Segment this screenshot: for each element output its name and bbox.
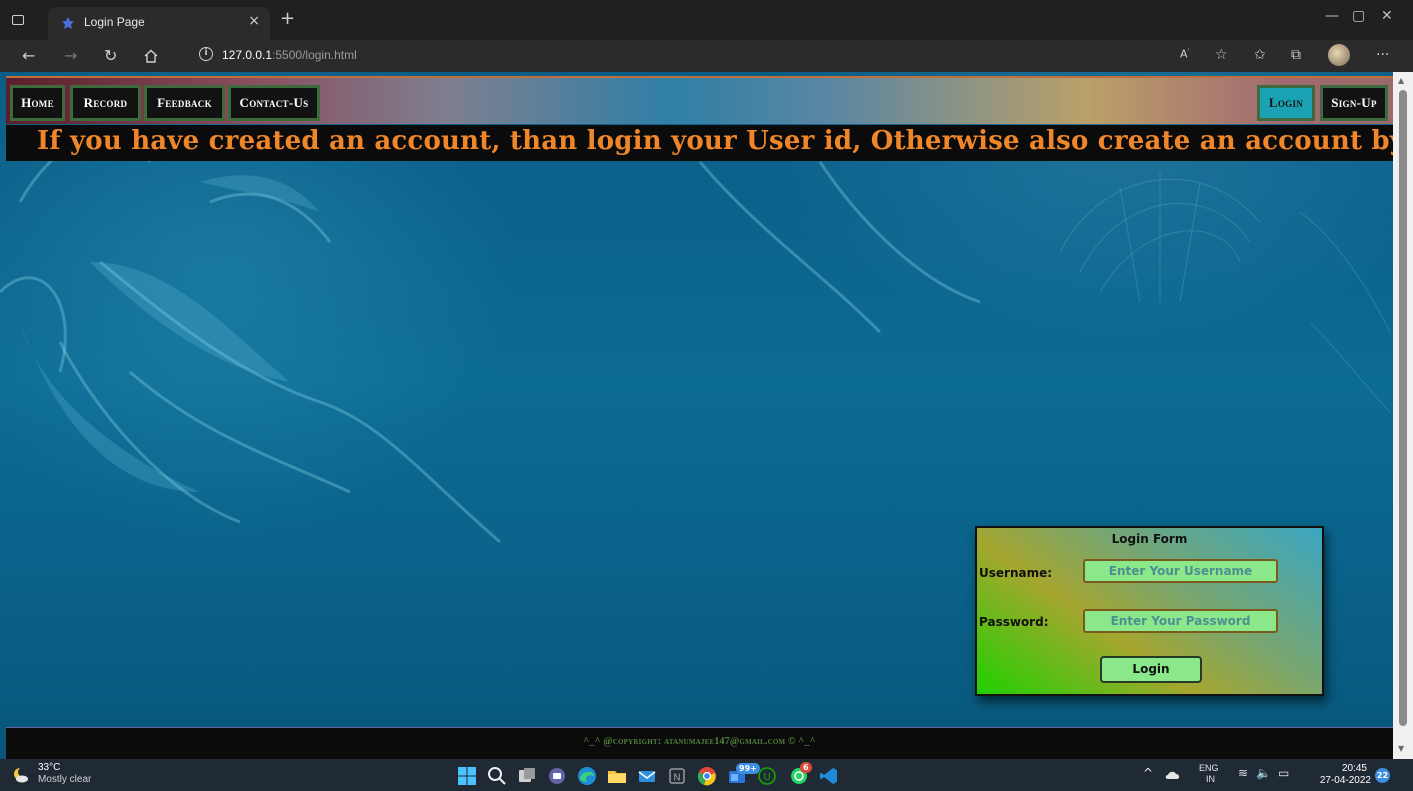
clock-time: 20:45 bbox=[1341, 763, 1367, 774]
favorites-icon[interactable]: ✩ bbox=[1254, 47, 1266, 63]
tab-close-icon[interactable]: × bbox=[248, 13, 260, 29]
battery-icon[interactable]: ▭ bbox=[1278, 766, 1289, 780]
volume-icon[interactable]: 🔈 bbox=[1256, 766, 1271, 780]
new-tab-button[interactable]: + bbox=[280, 8, 295, 29]
mail-icon[interactable] bbox=[636, 765, 658, 787]
scroll-up-icon[interactable]: ▲ bbox=[1398, 76, 1404, 85]
username-input[interactable] bbox=[1083, 559, 1278, 583]
site-navbar: Home Record Feedback Contact-Us Login Si… bbox=[6, 76, 1393, 124]
upwork-icon[interactable]: U bbox=[756, 765, 778, 787]
edge-browser-icon[interactable] bbox=[576, 765, 598, 787]
favorite-add-icon[interactable]: ☆ bbox=[1215, 47, 1228, 63]
whatsapp-badge: 6 bbox=[800, 762, 812, 773]
nav-feedback-button[interactable]: Feedback bbox=[144, 85, 225, 121]
tray-overflow-icon[interactable]: ^ bbox=[1143, 766, 1153, 780]
teams-chat-icon[interactable] bbox=[546, 765, 568, 787]
tab-title: Login Page bbox=[84, 15, 145, 29]
form-title: Login Form bbox=[1111, 532, 1188, 546]
profile-avatar[interactable] bbox=[1328, 44, 1350, 66]
vscode-icon[interactable] bbox=[818, 765, 840, 787]
page-viewport: Home Record Feedback Contact-Us Login Si… bbox=[0, 72, 1413, 759]
svg-text:U: U bbox=[763, 772, 770, 783]
windows-taskbar: 33°C Mostly clear N 99+ U 6 ^ ENG IN ≋ 🔈… bbox=[0, 759, 1413, 791]
weather-temperature: 33°C bbox=[38, 762, 61, 773]
scroll-thumb[interactable] bbox=[1399, 90, 1407, 726]
login-form: Login Form Username: Password: Login bbox=[975, 526, 1324, 696]
banner-text: If you have created an account, than log… bbox=[37, 126, 1393, 156]
address-bar: ← → ↻ i 127.0.0.1:5500/login.html Aꜝ ☆ ✩… bbox=[0, 40, 1413, 72]
password-label: Password: bbox=[979, 615, 1049, 629]
file-explorer-icon[interactable] bbox=[606, 765, 628, 787]
nav-sign-up-button[interactable]: Sign-Up bbox=[1320, 85, 1388, 121]
nav-contact-us-button[interactable]: Contact-Us bbox=[228, 85, 320, 121]
collections-icon[interactable]: ⧉ bbox=[1291, 47, 1301, 63]
refresh-icon[interactable]: ↻ bbox=[104, 46, 117, 65]
site-info-icon[interactable]: i bbox=[199, 47, 213, 61]
read-aloud-icon[interactable]: Aꜝ bbox=[1180, 47, 1189, 61]
username-label: Username: bbox=[979, 566, 1053, 580]
tab-actions-icon[interactable] bbox=[12, 15, 24, 25]
site-footer: ^_^ @copyright: atanumajee147@gmail.com … bbox=[6, 727, 1393, 759]
clock-date: 27-04-2022 bbox=[1319, 775, 1371, 786]
windows-start-icon[interactable] bbox=[456, 765, 478, 787]
language-code[interactable]: ENG bbox=[1199, 763, 1219, 773]
password-input[interactable] bbox=[1083, 609, 1278, 633]
footer-copyright: ^_^ @copyright: atanumajee147@gmail.com … bbox=[583, 736, 816, 747]
url-field[interactable]: 127.0.0.1:5500/login.html bbox=[222, 48, 357, 62]
minimize-button[interactable]: — bbox=[1325, 8, 1339, 24]
login-submit-button[interactable]: Login bbox=[1100, 656, 1202, 683]
close-window-button[interactable]: ✕ bbox=[1381, 8, 1393, 24]
search-icon[interactable] bbox=[486, 765, 508, 787]
url-path: :5500/login.html bbox=[272, 48, 357, 62]
page-favicon-icon bbox=[62, 17, 74, 29]
task-view-icon[interactable] bbox=[516, 765, 538, 787]
chrome-icon[interactable] bbox=[696, 765, 718, 787]
nav-home-button[interactable]: Home bbox=[10, 85, 65, 121]
svg-text:N: N bbox=[673, 773, 680, 784]
onedrive-icon[interactable] bbox=[1165, 769, 1181, 781]
browser-tab-bar: Login Page × + — ▢ ✕ bbox=[0, 0, 1413, 40]
forward-icon[interactable]: → bbox=[64, 46, 77, 65]
maximize-button[interactable]: ▢ bbox=[1352, 8, 1365, 24]
notion-icon[interactable]: N bbox=[666, 765, 688, 787]
back-icon[interactable]: ← bbox=[22, 46, 35, 65]
notification-count[interactable]: 22 bbox=[1375, 768, 1390, 783]
nav-login-button[interactable]: Login bbox=[1257, 85, 1315, 121]
url-host: 127.0.0.1 bbox=[222, 48, 273, 62]
region-code[interactable]: IN bbox=[1206, 774, 1215, 784]
weather-description: Mostly clear bbox=[38, 774, 92, 785]
wifi-icon[interactable]: ≋ bbox=[1238, 766, 1248, 780]
more-options-icon[interactable]: ··· bbox=[1376, 47, 1389, 63]
scroll-down-icon[interactable]: ▼ bbox=[1398, 744, 1404, 753]
page-scrollbar[interactable]: ▲ ▼ bbox=[1393, 72, 1413, 759]
nav-record-button[interactable]: Record bbox=[70, 85, 141, 121]
home-icon[interactable] bbox=[143, 48, 159, 64]
moon-cloud-icon[interactable] bbox=[12, 766, 30, 784]
marquee-banner: If you have created an account, than log… bbox=[6, 125, 1393, 161]
browser-tab[interactable]: Login Page × bbox=[48, 7, 270, 40]
